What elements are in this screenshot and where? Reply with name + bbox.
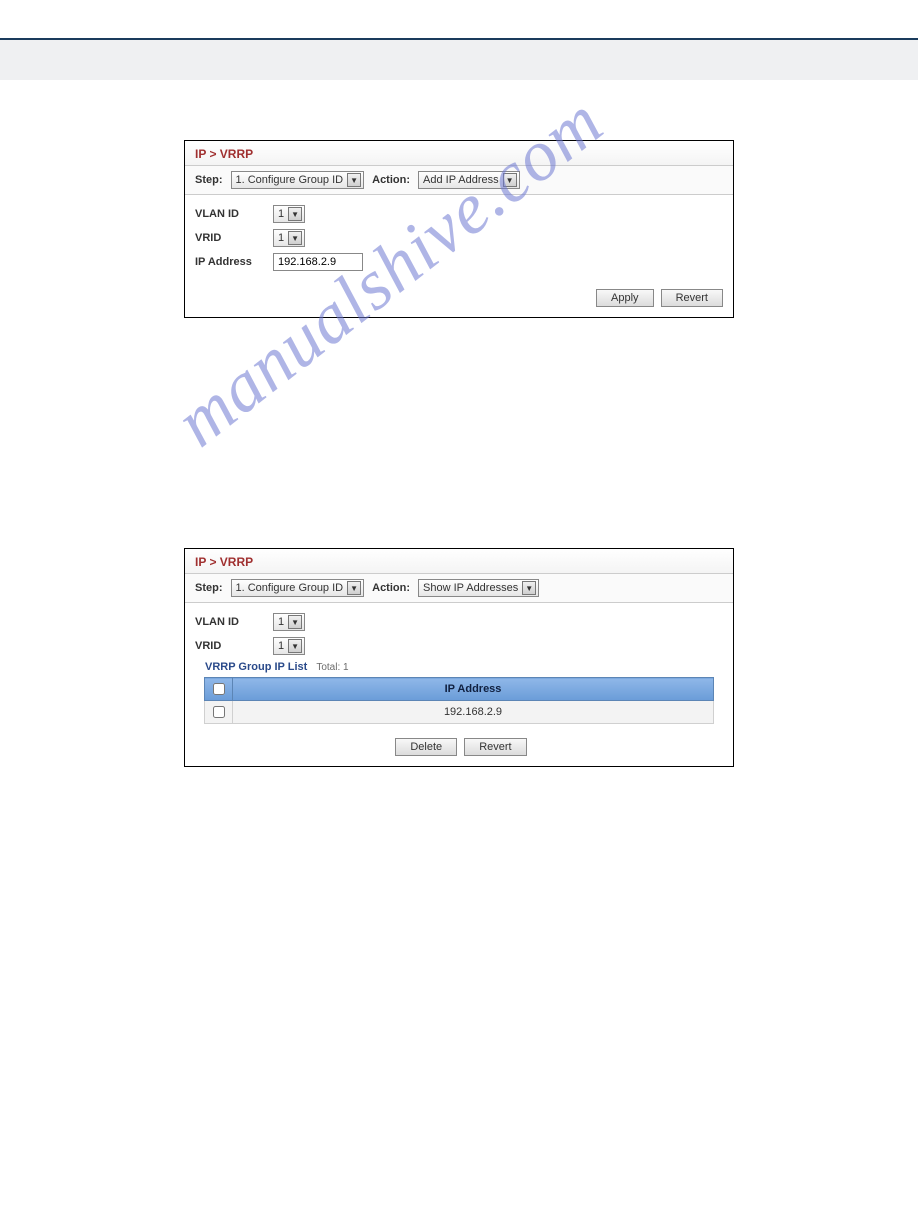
action-select[interactable]: Show IP Addresses ▼ <box>418 579 539 597</box>
vlan-id-label: VLAN ID <box>195 616 273 628</box>
form-body: VLAN ID 1 ▼ VRID 1 ▼ VRRP Group IP List … <box>185 603 733 730</box>
panel-title: IP > VRRP <box>185 141 733 166</box>
step-select-value: 1. Configure Group ID <box>236 174 344 186</box>
ip-table: IP Address 192.168.2.9 <box>204 677 714 724</box>
vlan-id-value: 1 <box>278 616 284 628</box>
list-heading: VRRP Group IP List <box>205 661 307 673</box>
action-label: Action: <box>372 582 410 594</box>
panel-show-ip: IP > VRRP Step: 1. Configure Group ID ▼ … <box>184 548 734 767</box>
action-label: Action: <box>372 174 410 186</box>
list-total: Total: 1 <box>316 662 348 673</box>
row-checkbox-cell <box>205 701 233 724</box>
chevron-down-icon: ▼ <box>288 207 302 221</box>
step-select[interactable]: 1. Configure Group ID ▼ <box>231 171 365 189</box>
action-select-value: Add IP Address <box>423 174 499 186</box>
apply-button[interactable]: Apply <box>596 289 654 307</box>
step-label: Step: <box>195 174 223 186</box>
row-ip-cell: 192.168.2.9 <box>233 701 714 724</box>
vrid-value: 1 <box>278 232 284 244</box>
action-select-value: Show IP Addresses <box>423 582 518 594</box>
vlan-id-select[interactable]: 1 ▼ <box>273 613 305 631</box>
select-all-checkbox[interactable] <box>213 683 225 695</box>
chevron-down-icon: ▼ <box>288 231 302 245</box>
panel-title: IP > VRRP <box>185 549 733 574</box>
delete-button[interactable]: Delete <box>395 738 457 756</box>
table-row: 192.168.2.9 <box>205 701 714 724</box>
vrid-value: 1 <box>278 640 284 652</box>
action-select[interactable]: Add IP Address ▼ <box>418 171 520 189</box>
vrid-label: VRID <box>195 640 273 652</box>
step-action-row: Step: 1. Configure Group ID ▼ Action: Ad… <box>185 166 733 195</box>
row-checkbox[interactable] <box>213 706 225 718</box>
vrid-label: VRID <box>195 232 273 244</box>
revert-button[interactable]: Revert <box>661 289 723 307</box>
vlan-id-label: VLAN ID <box>195 208 273 220</box>
chevron-down-icon: ▼ <box>347 173 361 187</box>
ip-address-input[interactable] <box>273 253 363 271</box>
chevron-down-icon: ▼ <box>288 639 302 653</box>
chevron-down-icon: ▼ <box>522 581 536 595</box>
panel-add-ip: IP > VRRP Step: 1. Configure Group ID ▼ … <box>184 140 734 318</box>
select-all-header <box>205 678 233 701</box>
form-body: VLAN ID 1 ▼ VRID 1 ▼ IP Address <box>185 195 733 283</box>
step-action-row: Step: 1. Configure Group ID ▼ Action: Sh… <box>185 574 733 603</box>
vrid-select[interactable]: 1 ▼ <box>273 229 305 247</box>
vlan-id-value: 1 <box>278 208 284 220</box>
ip-column-header: IP Address <box>233 678 714 701</box>
vrid-select[interactable]: 1 ▼ <box>273 637 305 655</box>
step-label: Step: <box>195 582 223 594</box>
header-band <box>0 40 918 80</box>
chevron-down-icon: ▼ <box>503 173 517 187</box>
step-select-value: 1. Configure Group ID <box>236 582 344 594</box>
revert-button[interactable]: Revert <box>464 738 526 756</box>
button-bar: Delete Revert <box>185 730 733 766</box>
button-bar: Apply Revert <box>185 283 733 317</box>
ip-address-label: IP Address <box>195 256 273 268</box>
step-select[interactable]: 1. Configure Group ID ▼ <box>231 579 365 597</box>
chevron-down-icon: ▼ <box>288 615 302 629</box>
vlan-id-select[interactable]: 1 ▼ <box>273 205 305 223</box>
chevron-down-icon: ▼ <box>347 581 361 595</box>
